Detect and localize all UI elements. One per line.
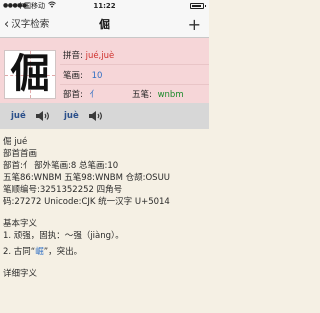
strokes-value: 10 <box>91 71 103 81</box>
screen: ●●●●● 中国移动 11:22 ‹ 汉字检索 倔 + 倔 拼音: jué,ju… <box>0 0 209 313</box>
basic-meaning-item: 1. 顽强，固执：～强（jiàng）。 <box>3 231 124 241</box>
back-button[interactable]: ‹ 汉字检索 <box>4 12 49 38</box>
character-grid: 倔 <box>4 50 56 99</box>
pronunciation-label: jué <box>11 111 26 121</box>
basic-meaning-item: 2. 古同“崛”，突出。 <box>3 246 207 258</box>
status-time: 11:22 <box>93 2 116 10</box>
pinyin-row: 拼音: jué,juè <box>63 49 114 61</box>
pinyin-value: jué,juè <box>85 51 115 61</box>
section-title-detail: 详细字义 <box>3 269 38 279</box>
divider <box>60 84 209 85</box>
divider <box>60 64 209 65</box>
strokes-label: 笔画: <box>63 71 83 81</box>
status-bar: ●●●●● 中国移动 11:22 <box>0 0 209 12</box>
add-button[interactable]: + <box>188 12 201 38</box>
section-title-basic: 基本字义 <box>3 219 38 229</box>
battery-icon <box>190 3 206 9</box>
back-button-label: 汉字检索 <box>11 19 50 30</box>
definition-line: 部首:亻 部外笔画:8 总笔画:10 <box>3 161 119 171</box>
definition-line: 倔 jué <box>3 137 28 147</box>
basic-meaning-text: ”，突出。 <box>43 247 83 257</box>
radical-label: 部首: <box>63 90 83 100</box>
strokes-row: 笔画: 10 <box>63 69 102 81</box>
wubi-row: 五笔: wnbm <box>132 88 184 100</box>
radical-value: 亻 <box>89 90 99 100</box>
definition-line: 笔顺编号:3251352252 四角号 <box>3 185 123 195</box>
definition-line: 码:27272 Unicode:CJK 统一汉字 U+5014 <box>3 197 170 207</box>
definition-content: 倔 jué 部首首画 部首:亻 部外笔画:8 总笔画:10 五笔86:WNBM … <box>3 136 207 280</box>
speaker-icon[interactable] <box>88 110 104 122</box>
character-header: 倔 拼音: jué,juè 笔画: 10 部首: 亻 五笔: wnbm <box>0 38 209 103</box>
basic-meaning-text: 2. 古同“ <box>3 247 36 257</box>
pinyin-label: 拼音: <box>63 51 83 61</box>
definition-line: 部首首画 <box>3 149 38 159</box>
definition-line: 五笔86:WNBM 五笔98:WNBM 仓颉:OSUU <box>3 173 171 183</box>
nav-bar: ‹ 汉字检索 倔 + <box>0 12 209 38</box>
speaker-icon[interactable] <box>35 110 51 122</box>
wubi-label: 五笔: <box>132 90 152 100</box>
character-glyph: 倔 <box>10 51 50 97</box>
pronunciation-bar: jué juè <box>0 103 209 129</box>
wubi-value: wnbm <box>157 90 184 100</box>
chevron-left-icon: ‹ <box>4 17 10 32</box>
pronunciation-label: juè <box>64 111 79 121</box>
battery-level <box>192 5 201 7</box>
radical-row: 部首: 亻 <box>63 88 98 100</box>
character-link[interactable]: 崛 <box>35 247 44 257</box>
